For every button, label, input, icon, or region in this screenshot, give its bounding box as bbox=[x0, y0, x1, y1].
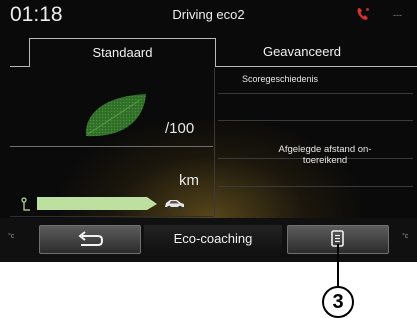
tab-frame-line-right bbox=[388, 66, 417, 67]
score-max-label: /100 bbox=[165, 120, 195, 137]
leaf-icon bbox=[85, 94, 146, 137]
tab-standaard[interactable]: Standaard bbox=[29, 38, 216, 67]
tab-geavanceerd[interactable]: Geavanceerd bbox=[216, 38, 388, 67]
distance-progress-bar bbox=[37, 197, 147, 210]
history-grid-line bbox=[218, 120, 413, 121]
message-line-1: Afgelegde afstand on- bbox=[278, 144, 372, 155]
back-arrow-icon bbox=[78, 231, 103, 246]
phone-icon[interactable] bbox=[356, 6, 370, 22]
tab-frame-line-left bbox=[10, 66, 29, 67]
message-line-2: toereikend bbox=[302, 155, 348, 166]
history-grid-line bbox=[218, 93, 413, 94]
vertical-divider bbox=[214, 68, 215, 218]
insufficient-distance-message: Afgelegde afstand on- toereikend bbox=[240, 144, 410, 166]
back-button[interactable] bbox=[39, 225, 141, 254]
eco-coaching-button[interactable]: Eco-coaching bbox=[144, 225, 282, 252]
app-title: Driving eco2 bbox=[172, 7, 245, 22]
callout-pointer bbox=[337, 244, 339, 286]
pin-icon bbox=[21, 197, 30, 211]
status-bar: 01:18 Driving eco2 --- bbox=[0, 0, 417, 30]
callout-number: 3 bbox=[322, 286, 354, 318]
panel-divider bbox=[10, 146, 213, 147]
left-temp-marker: °c bbox=[8, 233, 15, 240]
car-icon bbox=[165, 200, 184, 211]
score-history-title: Scoregeschiedenis bbox=[242, 74, 319, 84]
signal-icon: --- bbox=[393, 10, 402, 20]
distance-unit: km bbox=[179, 172, 199, 189]
distance-progress-arrow bbox=[147, 197, 157, 210]
panel-bottom-line bbox=[10, 216, 213, 217]
history-grid-line bbox=[218, 186, 413, 187]
right-temp-marker: °c bbox=[402, 233, 409, 240]
infotainment-screen: 01:18 Driving eco2 --- Standaard Geavanc… bbox=[0, 0, 417, 262]
